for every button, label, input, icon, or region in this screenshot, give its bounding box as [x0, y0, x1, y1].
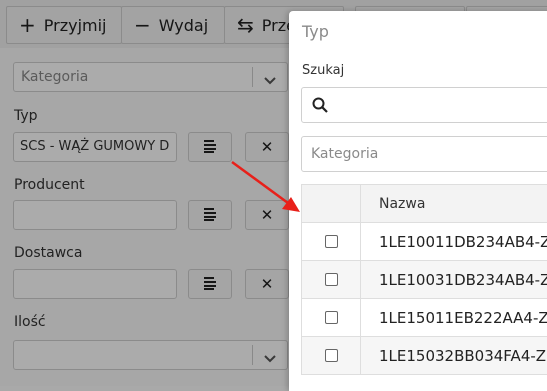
row-select-cell: [301, 223, 361, 260]
table-row[interactable]: 1LE10031DB234AB4-Z: [301, 261, 547, 299]
table-row[interactable]: 1LE15011EB222AA4-Z: [301, 299, 547, 337]
types-table: Nazwa 1LE10011DB234AB4-Z 1LE10031DB234AB…: [301, 184, 547, 375]
category-filter[interactable]: Kategoria: [301, 136, 547, 172]
row-name: 1LE10031DB234AB4-Z: [379, 271, 547, 289]
table-header-row: Nazwa: [301, 184, 547, 223]
row-select-cell: [301, 261, 361, 298]
search-box[interactable]: [301, 87, 547, 123]
panel-title: Typ: [302, 22, 329, 41]
type-picker-panel: Typ Szukaj Kategoria Nazwa 1LE10011DB234…: [289, 11, 547, 391]
name-column-header[interactable]: Nazwa: [379, 196, 425, 212]
row-checkbox[interactable]: [325, 311, 338, 324]
row-name: 1LE15011EB222AA4-Z: [379, 309, 547, 327]
search-input[interactable]: [338, 92, 547, 120]
row-name: 1LE10011DB234AB4-Z: [379, 233, 547, 251]
table-row[interactable]: 1LE15032BB034FA4-Z: [301, 337, 547, 375]
row-checkbox[interactable]: [325, 273, 338, 286]
row-select-cell: [301, 337, 361, 374]
table-row[interactable]: 1LE10011DB234AB4-Z: [301, 223, 547, 261]
search-label: Szukaj: [302, 63, 345, 78]
category-filter-placeholder: Kategoria: [311, 146, 379, 162]
search-icon: [312, 97, 328, 117]
row-checkbox[interactable]: [325, 235, 338, 248]
row-checkbox[interactable]: [325, 349, 338, 362]
row-name: 1LE15032BB034FA4-Z: [379, 347, 547, 365]
row-select-cell: [301, 299, 361, 336]
select-column-header: [301, 185, 361, 222]
